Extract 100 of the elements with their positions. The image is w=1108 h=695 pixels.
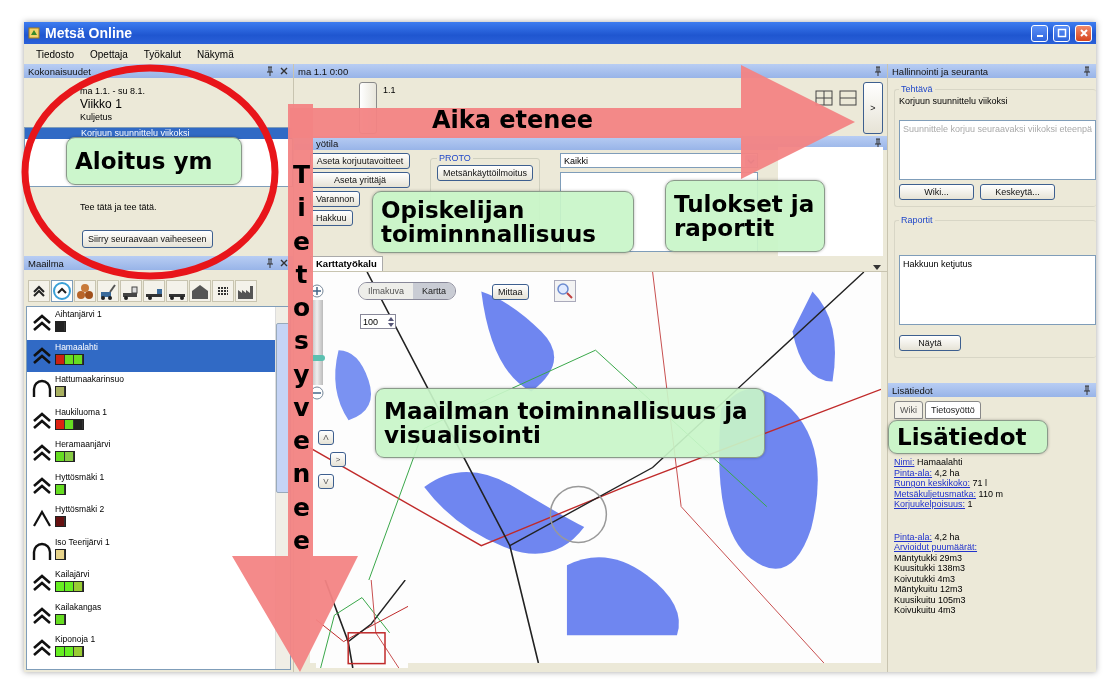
group-title: PROTO [438,153,472,163]
callout-label: Opiskelijan toiminnnallisuus [372,191,634,253]
close-icon[interactable] [279,258,289,268]
site-item[interactable]: Haukiluoma 1 [27,404,111,437]
volume-text: Mäntytukki 29m3 [894,552,964,563]
site-item[interactable]: Kailajärvi [27,567,94,600]
field-value: 1 [966,499,973,509]
pin-icon[interactable] [873,138,883,148]
field-value: 110 m [977,488,1003,499]
task-button[interactable]: Wiki... [899,184,974,200]
harvester-icon[interactable] [97,280,119,302]
field-link[interactable]: Nimi: [894,457,915,467]
site-item[interactable]: Aihtanjärvi 1 [27,307,106,340]
minimize-button[interactable] [1031,24,1048,42]
action-button[interactable]: Varannon [310,191,361,207]
panel-title: Kokonaisuudet [28,65,92,77]
volume-text: Mäntykuitu 12m3 [894,584,964,595]
volume-text: Koivutukki 4m3 [894,573,957,584]
menu-item[interactable]: Opettaja [90,48,128,60]
action-button[interactable]: Hakkuu [310,210,353,226]
field-link[interactable]: Pinta-ala: [894,467,933,478]
show-button[interactable]: Näytä [899,335,961,351]
volume-text: Koivukuitu 4m3 [894,605,957,616]
site-name: Kailajärvi [55,569,90,579]
time-label: ma 1.1 0:00 [298,65,350,77]
status-bar-chart [55,483,66,495]
site-item[interactable]: Hamaalahti [27,339,275,372]
menu-item[interactable]: Näkymä [197,48,234,60]
pin-icon[interactable] [873,66,883,76]
site-name: Heramaanjärvi [55,439,111,449]
grid-icon[interactable] [212,280,234,302]
details-tab[interactable]: Tietosyöttö [925,401,981,419]
site-item[interactable]: Kailakangas [27,599,106,632]
logs-icon[interactable] [74,280,96,302]
site-item[interactable]: Hyttösmäki 2 [27,502,109,535]
details-tab[interactable]: Wiki [894,401,923,419]
site-name: Aihtanjärvi 1 [55,309,102,319]
site-name: Iso Teerijärvi 1 [55,536,110,547]
close-icon[interactable] [279,66,289,76]
factory-icon[interactable] [235,280,257,302]
action-button[interactable]: Aseta yrittäjä [310,172,410,188]
menu-item[interactable]: Tiedosto [36,48,74,60]
site-item[interactable]: Hyttösmäki 1 [27,469,109,502]
field-value: 4,2 ha [933,467,960,478]
dropdown-arrow-icon[interactable] [873,265,881,271]
report-item[interactable]: Hakkuun ketjutus [903,259,1093,269]
field-link[interactable]: Metsäkuljetusmatka: [894,488,977,499]
maximize-icon[interactable] [1056,28,1067,38]
truck-icon[interactable] [143,280,165,302]
report-list[interactable]: Hakkuun ketjutus [899,255,1097,325]
maximize-button[interactable] [1053,24,1070,42]
task-button[interactable]: Keskeytä... [980,184,1055,200]
group-title: Tehtävä [900,84,934,94]
site-name: Hattumaakarinsuo [55,374,124,384]
panel-title: yötila [315,137,340,149]
volume-text: Kuusitukki 138m3 [894,563,967,574]
arrow-label: Tieto syvenee [291,159,312,557]
site-item[interactable]: Heramaanjärvi [27,437,115,470]
pin-icon[interactable] [1082,385,1093,395]
forwarder-icon[interactable] [120,280,142,302]
pin-icon[interactable] [265,66,275,76]
field-link[interactable]: Arvioidut puumäärät: [894,542,978,552]
date-range: ma 1.1. - su 8.1. [80,86,147,96]
site-item[interactable]: Kiponoja 1 [27,632,100,665]
map-tab[interactable]: Karttatyökalu [310,256,383,271]
panel-title: Hallinnointi ja seuranta [892,65,990,77]
status-bar-chart [55,451,75,462]
chevron-icon[interactable] [28,280,50,302]
pin-icon[interactable] [1082,66,1093,76]
group-title: Raportit [900,215,934,225]
phase-label: Kuljetus [80,112,114,122]
panel-title: Lisätiedot [892,384,934,396]
field-link[interactable]: Korjuukelpoisuus: [894,499,966,509]
field-link[interactable]: Rungon keskikoko: [894,478,971,488]
field-link[interactable]: Pinta-ala: [894,531,933,542]
site-item[interactable]: Iso Teerijärvi 1 [27,534,114,567]
status-bar-chart [55,646,84,657]
close-button[interactable] [1075,24,1092,42]
ring-chevron-icon[interactable] [51,280,73,302]
site-name: Haukiluoma 1 [55,406,107,417]
next-phase-button[interactable]: Siirry seuraavaan vaiheeseen [82,230,213,248]
site-name: Hyttösmäki 1 [55,471,105,482]
trailer-icon[interactable] [166,280,188,302]
grid-view-icon[interactable] [815,90,833,106]
instruction-text: Tee tätä ja tee tätä. [80,202,158,212]
action-button[interactable]: Metsänkäyttöilmoitus [437,165,534,181]
pin-icon[interactable] [265,258,275,268]
site-name: Hamaalahti [55,341,98,352]
menu-item[interactable]: Työkalut [143,48,182,60]
callout-label: Aloitus ym [66,137,242,185]
house-icon[interactable] [189,280,211,302]
next-button[interactable]: > [863,82,883,134]
status-bar-chart [55,613,66,625]
status-bar-chart [55,516,66,527]
timeline-tick: 1.1 [383,85,397,95]
site-item[interactable]: Hattumaakarinsuo [27,372,128,405]
status-bar-chart [55,581,84,592]
split-view-icon[interactable] [839,90,857,106]
action-button[interactable]: Aseta korjuutavoitteet [310,153,410,169]
field-value: 71 l [971,478,988,488]
